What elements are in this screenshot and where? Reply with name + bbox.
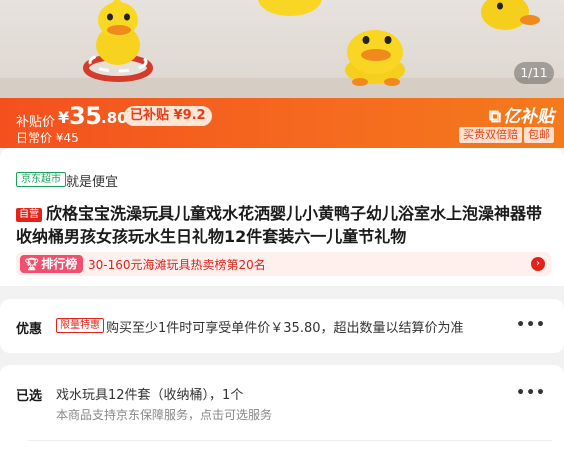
product-image-gallery[interactable]: 1/11	[0, 0, 564, 98]
more-icon[interactable]: •••	[516, 317, 546, 333]
ranking-badge-label: 排行榜	[41, 257, 78, 271]
product-title-text: 欣格宝宝洗澡玩具儿童戏水花洒婴儿小黄鸭子幼儿浴室水上泡澡神器带收纳桶男孩女孩玩水…	[16, 204, 543, 246]
subsidy-logo-icon: ⧉	[488, 107, 501, 127]
divider	[28, 440, 552, 441]
limited-offer-tag: 限量特惠	[56, 318, 104, 333]
selected-label: 已选	[16, 389, 43, 404]
service-hint[interactable]: 本商品支持京东保障服务，点击可选服务	[56, 406, 272, 423]
trophy-icon: 🏆︎	[24, 257, 40, 271]
ranking-text: 30-160元海滩玩具热卖榜第20名	[88, 258, 266, 272]
brand-tags: 买贵双倍赔 包邮	[459, 127, 554, 143]
double-compensation-tag: 买贵双倍赔	[459, 127, 522, 143]
subsidy-price-label: 补贴价	[16, 115, 56, 130]
selected-spec-value: 戏水玩具12件套（收纳桶），1个	[56, 388, 244, 403]
ranking-banner[interactable]: 🏆︎ 排行榜 30-160元海滩玩具热卖榜第20名 ›	[16, 252, 551, 276]
jd-supermarket-tag: 京东超市	[16, 172, 66, 187]
more-icon[interactable]: •••	[516, 385, 546, 401]
billion-subsidy-logo[interactable]: ⧉ 亿补贴	[489, 102, 554, 127]
promotion-row[interactable]: 优惠 限量特惠 购买至少1件时可享受单件价￥35.80，超出数量以结算价为准 •…	[0, 299, 564, 353]
product-image	[0, 0, 564, 98]
currency-symbol: ¥	[58, 108, 70, 127]
selected-spec-row[interactable]: 已选 戏水玩具12件套（收纳桶），1个 本商品支持京东保障服务，点击可选服务 •…	[0, 365, 564, 451]
store-slogan: 就是便宜	[66, 175, 119, 190]
chevron-right-icon: ›	[531, 257, 545, 271]
daily-price: 日常价 ¥45	[16, 131, 79, 145]
price-integer: 35	[69, 102, 102, 130]
product-title: 自营 欣格宝宝洗澡玩具儿童戏水花洒婴儿小黄鸭子幼儿浴室水上泡澡神器带收纳桶男孩女孩…	[16, 202, 552, 248]
image-counter: 1/11	[514, 62, 554, 84]
ranking-badge: 🏆︎ 排行榜	[20, 255, 84, 273]
subsidy-amount-badge: 已补贴 ¥9.2	[124, 106, 212, 126]
self-operated-tag: 自营	[16, 208, 42, 222]
free-shipping-tag: 包邮	[524, 127, 554, 143]
brand-name: 亿补贴	[503, 107, 554, 127]
price-banner: 补贴价 ¥ 35 .80 已补贴 ¥9.2 日常价 ¥45 ⧉ 亿补贴 买贵双倍赔…	[0, 98, 564, 148]
promotion-label: 优惠	[16, 322, 43, 337]
promotion-text: 购买至少1件时可享受单件价￥35.80，超出数量以结算价为准	[106, 321, 464, 336]
